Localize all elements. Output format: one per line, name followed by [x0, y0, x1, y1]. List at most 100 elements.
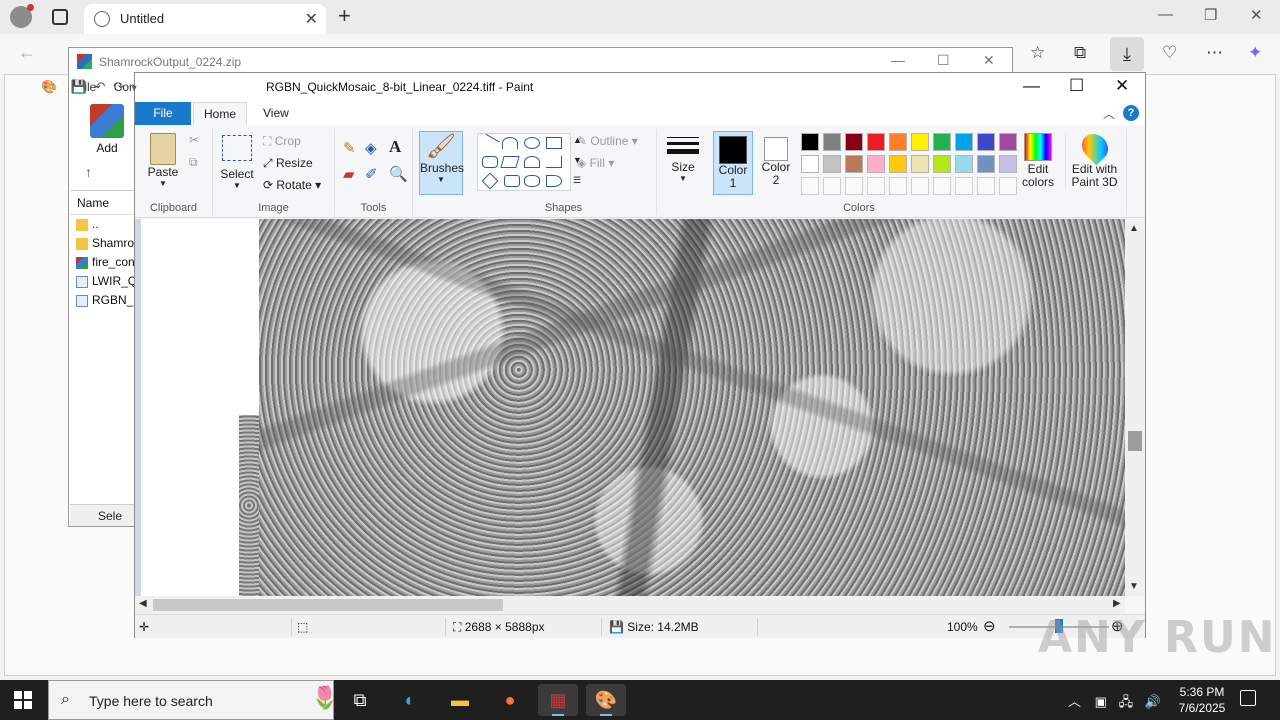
- scroll-right-icon[interactable]: ▶: [1113, 598, 1121, 609]
- pentagon-shape-icon[interactable]: [504, 175, 520, 187]
- paste-button[interactable]: Paste ▼: [145, 133, 181, 188]
- list-item[interactable]: fire_con: [70, 253, 136, 272]
- custom-color-slot[interactable]: [889, 177, 907, 195]
- column-name-header[interactable]: Name: [70, 191, 136, 215]
- collections-icon[interactable]: ⧉: [1074, 43, 1086, 63]
- firefox-icon[interactable]: ●: [490, 684, 530, 716]
- palette-swatch[interactable]: [955, 155, 973, 173]
- horizontal-scrollbar[interactable]: ◀ ▶: [135, 596, 1125, 614]
- back-arrow-icon[interactable]: ←: [18, 42, 36, 63]
- palette-swatch[interactable]: [867, 133, 885, 151]
- edit-paint3d-button[interactable]: Edit with Paint 3D: [1065, 128, 1123, 189]
- new-tab-button[interactable]: +: [338, 3, 351, 29]
- restore-button[interactable]: ❐: [1204, 6, 1217, 24]
- vertical-scroll-thumb[interactable]: [1128, 431, 1142, 451]
- save-icon[interactable]: 💾: [71, 79, 87, 94]
- polygon-shape-icon[interactable]: [500, 156, 520, 168]
- oval-shape-icon[interactable]: [524, 137, 540, 149]
- curve-shape-icon[interactable]: [502, 137, 518, 149]
- palette-swatch[interactable]: [823, 155, 841, 173]
- paint-maximize-button[interactable]: ☐: [1069, 76, 1084, 96]
- clock[interactable]: 5:36 PM 7/6/2025: [1170, 684, 1234, 716]
- brushes-button[interactable]: 🖌 Brushes ▼: [419, 131, 464, 195]
- cut-icon[interactable]: ✂: [189, 133, 199, 147]
- notifications-icon[interactable]: [1240, 690, 1256, 706]
- more-menu-icon[interactable]: ⋯: [1206, 43, 1223, 63]
- tab-home[interactable]: Home: [193, 102, 247, 125]
- palette-swatch[interactable]: [823, 133, 841, 151]
- paint-taskbar-icon[interactable]: 🎨: [586, 684, 626, 716]
- pencil-icon[interactable]: ✎: [343, 139, 356, 157]
- palette-swatch[interactable]: [977, 155, 995, 173]
- custom-color-slot[interactable]: [845, 177, 863, 195]
- browser-tab[interactable]: Untitled ✕: [84, 4, 326, 34]
- edit-colors-button[interactable]: Edit colors: [1019, 133, 1057, 189]
- size-button[interactable]: Size ▼: [663, 133, 703, 183]
- color-picker-icon[interactable]: ✐: [365, 165, 378, 183]
- help-icon[interactable]: ?: [1123, 105, 1139, 121]
- zoom-out-icon[interactable]: ⊖: [983, 617, 996, 635]
- triangle-shape-icon[interactable]: [524, 156, 540, 168]
- taskbar-search[interactable]: ⌕ Type here to search 🌷: [48, 680, 338, 720]
- canvas-area[interactable]: [135, 219, 1125, 596]
- palette-swatch[interactable]: [845, 133, 863, 151]
- palette-swatch[interactable]: [911, 133, 929, 151]
- volume-icon[interactable]: 🔊: [1145, 694, 1161, 709]
- select-button[interactable]: Select ▼: [219, 135, 255, 190]
- file-explorer-icon[interactable]: ▬: [440, 684, 480, 716]
- tab-actions-icon[interactable]: [52, 9, 68, 25]
- palette-swatch[interactable]: [999, 133, 1017, 151]
- scroll-left-icon[interactable]: ◀: [139, 598, 147, 609]
- palette-swatch[interactable]: [889, 155, 907, 173]
- close-window-button[interactable]: ✕: [1250, 6, 1263, 24]
- resize-button[interactable]: ⤢ Resize: [263, 156, 313, 171]
- profile-avatar[interactable]: [10, 4, 34, 28]
- download-icon[interactable]: ⤓: [1110, 37, 1144, 71]
- palette-swatch[interactable]: [911, 155, 929, 173]
- vertical-scrollbar[interactable]: ▲ ▼: [1125, 219, 1145, 596]
- horizontal-scroll-thumb[interactable]: [153, 599, 503, 611]
- color2-button[interactable]: Color 2: [757, 131, 795, 195]
- tab-view[interactable]: View: [263, 106, 289, 120]
- customize-qat-icon[interactable]: ▾: [132, 83, 137, 94]
- custom-color-slot[interactable]: [911, 177, 929, 195]
- favorites-star-icon[interactable]: ☆: [1030, 43, 1045, 63]
- palette-swatch[interactable]: [889, 133, 907, 151]
- custom-color-slot[interactable]: [801, 177, 819, 195]
- custom-color-slot[interactable]: [933, 177, 951, 195]
- rectangle-shape-icon[interactable]: [546, 137, 562, 149]
- right-triangle-icon[interactable]: [546, 156, 562, 168]
- outline-button[interactable]: ✎ Outline ▾: [577, 134, 638, 148]
- tab-file[interactable]: File: [135, 102, 191, 125]
- palette-swatch[interactable]: [933, 133, 951, 151]
- palette-swatch[interactable]: [867, 155, 885, 173]
- winrar-close-button[interactable]: ✕: [983, 52, 995, 69]
- shapes-expand-icon[interactable]: ☰: [573, 175, 581, 186]
- palette-swatch[interactable]: [999, 155, 1017, 173]
- up-arrow-icon[interactable]: ↑: [85, 164, 92, 180]
- scroll-down-icon[interactable]: ▼: [1129, 581, 1139, 592]
- palette-swatch[interactable]: [801, 133, 819, 151]
- text-icon[interactable]: A: [389, 137, 401, 157]
- palette-swatch[interactable]: [955, 133, 973, 151]
- list-item[interactable]: LWIR_Q: [70, 272, 136, 291]
- copilot-icon[interactable]: ✦: [1248, 43, 1262, 63]
- custom-color-slot[interactable]: [955, 177, 973, 195]
- winrar-add-button[interactable]: Add: [77, 104, 137, 160]
- line-shape-icon[interactable]: [480, 133, 500, 153]
- rotate-button[interactable]: ⟳ Rotate ▾: [263, 178, 321, 192]
- custom-color-slot[interactable]: [823, 177, 841, 195]
- winrar-maximize-button[interactable]: ☐: [937, 52, 950, 69]
- diamond-shape-icon[interactable]: [481, 172, 499, 190]
- eraser-icon[interactable]: ▰: [343, 165, 355, 183]
- network-icon[interactable]: 🖧: [1119, 694, 1134, 709]
- hexagon-shape-icon[interactable]: [524, 175, 540, 187]
- magnifier-icon[interactable]: 🔍: [389, 165, 408, 183]
- palette-swatch[interactable]: [933, 155, 951, 173]
- custom-color-slot[interactable]: [977, 177, 995, 195]
- list-item[interactable]: RGBN_C: [70, 291, 136, 310]
- crop-button[interactable]: ⛶ Crop: [263, 134, 301, 149]
- list-item[interactable]: ..: [70, 215, 136, 234]
- chevron-up-icon[interactable]: ︿: [1068, 694, 1081, 709]
- chevron-up-icon[interactable]: ︿: [1103, 105, 1115, 122]
